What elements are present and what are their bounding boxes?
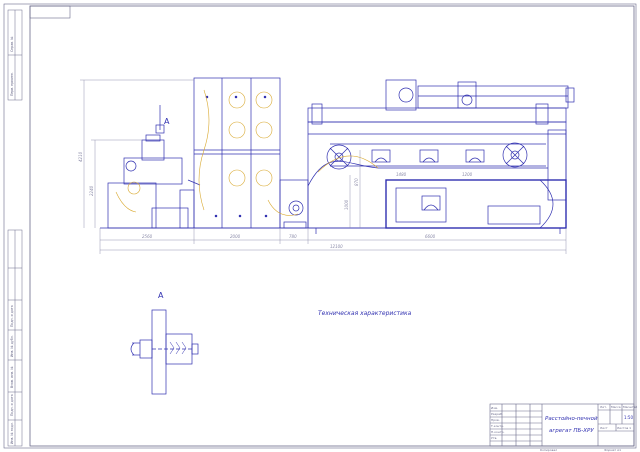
side-stamp-c5: Подп. и дата — [10, 305, 14, 327]
dim-inner-1: 1480 — [396, 172, 407, 177]
tb-col-mass: Масса — [611, 405, 621, 409]
title-block — [489, 403, 635, 447]
tb-format: Формат A1 — [604, 448, 621, 452]
dim-len-total: 12100 — [330, 244, 343, 249]
dim-inner-2: 1200 — [462, 172, 473, 177]
tb-row-3: Т.контр. — [490, 424, 504, 428]
dim-inner-4: 1000 — [344, 199, 349, 210]
dim-len-1: 2560 — [142, 234, 153, 239]
tb-row-0: Изм. — [491, 406, 498, 410]
inner-frame — [29, 5, 635, 447]
tb-name-line2: агрегат ПБ-ХРУ — [549, 428, 594, 434]
tb-copied: Копировал — [540, 448, 557, 452]
top-left-stamp — [29, 5, 71, 19]
tb-name-line1: Расстойно-печной — [545, 416, 598, 422]
side-stamp-c7: Справ. № — [10, 36, 14, 52]
tb-scale-value: 1:50 — [624, 415, 633, 420]
main-assembly — [100, 77, 575, 234]
dim-height-overall: 4210 — [78, 151, 83, 162]
side-stamp-c3: Взам. инв. № — [10, 366, 14, 388]
dim-len-4: 6600 — [425, 234, 436, 239]
dim-len-3: 780 — [289, 234, 297, 239]
tb-row-5: Утв. — [491, 436, 497, 440]
dim-inner-3: 870 — [354, 178, 359, 186]
tb-row-1: Разраб. — [491, 412, 503, 416]
view-label-section: А — [158, 291, 164, 300]
side-stamp-c1: Инв. № подл. — [10, 422, 14, 444]
dim-len-2: 2000 — [230, 234, 241, 239]
dim-height-lower: 2240 — [89, 185, 94, 196]
tech-note-title: Техническая характеристика — [318, 310, 412, 317]
outer-frame — [3, 3, 637, 449]
tb-row-2: Пров. — [491, 418, 500, 422]
tb-col-scale: Масштаб — [623, 405, 637, 409]
tb-col-lit: Лит. — [600, 405, 607, 409]
drawing-sheet: Инв. № подл. Подп. и дата Взам. инв. № И… — [3, 3, 637, 452]
tb-sheet: Лист — [600, 426, 608, 430]
side-stamp-c2: Подп. и дата — [10, 394, 14, 416]
view-label-main: А — [164, 117, 170, 126]
side-stamp-c4: Инв. № дубл. — [10, 335, 14, 357]
section-a-view — [130, 309, 199, 395]
tb-sheets: Листов 1 — [617, 426, 631, 430]
tb-row-4: Н.контр. — [491, 430, 504, 434]
side-stamp-c6: Перв. примен. — [10, 72, 14, 96]
